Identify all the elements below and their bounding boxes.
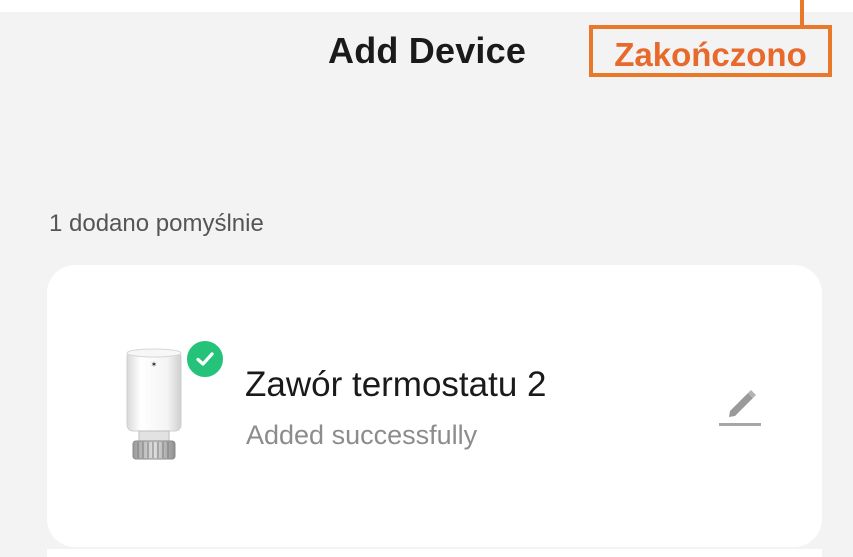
device-status: Added successfully (246, 420, 478, 450)
svg-text:✶: ✶ (151, 360, 158, 369)
page-title: Add Device (328, 30, 527, 71)
done-button[interactable]: Zakończono (589, 25, 832, 77)
next-card-edge (47, 549, 822, 557)
added-count-label: 1 dodano pomyślnie (49, 210, 264, 237)
check-circle-icon (184, 338, 226, 380)
pencil-icon[interactable] (716, 383, 764, 429)
device-card[interactable]: ✶ Zawór termostatu 2 Added successfully (47, 265, 822, 547)
callout-line (800, 0, 804, 25)
top-frame (0, 0, 853, 12)
device-name: Zawór termostatu 2 (245, 365, 547, 404)
thermostat-valve-image: ✶ (126, 348, 182, 460)
